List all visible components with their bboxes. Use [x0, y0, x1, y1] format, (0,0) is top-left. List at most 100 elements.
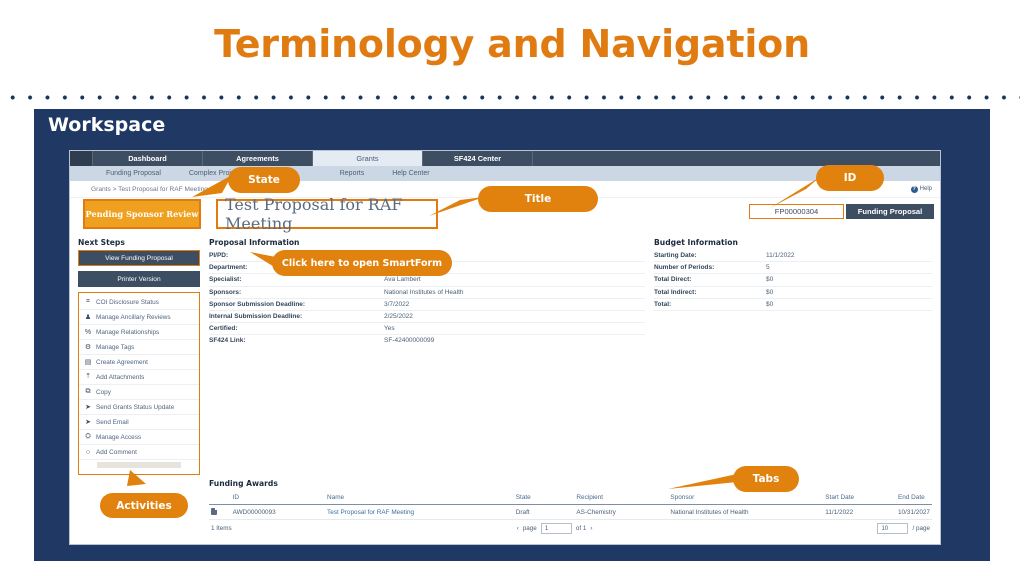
- breadcrumb[interactable]: Grants > Test Proposal for RAF Meeting: [78, 186, 208, 193]
- field-row: Total Direct: $0: [654, 274, 932, 287]
- proposal-information-heading: Proposal Information: [209, 238, 300, 247]
- nav-tab-agreements[interactable]: Agreements: [202, 151, 312, 166]
- pager-of: of 1: [575, 525, 587, 532]
- comment-icon: ○: [85, 448, 91, 456]
- col-name[interactable]: Name: [325, 491, 514, 505]
- field-row: Sponsor Submission Deadline: 3/7/2022: [209, 299, 645, 311]
- activity-label: Add Comment: [96, 448, 137, 456]
- field-label: SF424 Link:: [209, 337, 246, 345]
- item-count: 1 Items: [211, 525, 232, 532]
- record-type-badge: Funding Proposal: [846, 204, 934, 219]
- activity-manage-ancillary-reviews[interactable]: ♟ Manage Ancillary Reviews: [79, 310, 199, 325]
- field-value: 11/1/2022: [766, 252, 795, 260]
- activity-manage-access[interactable]: ⛭ Manage Access: [79, 430, 199, 445]
- col-icon: [209, 491, 231, 505]
- cell-state: Draft: [513, 504, 575, 520]
- pager-prev-button[interactable]: ‹: [517, 525, 519, 532]
- funding-awards-heading: Funding Awards: [209, 479, 278, 488]
- field-row: Starting Date: 11/1/2022: [654, 250, 932, 263]
- nav-right-fill: [532, 151, 940, 166]
- field-value: Yes: [384, 325, 395, 333]
- link-icon: %: [84, 328, 92, 336]
- activity-coi-disclosure-status[interactable]: ⌗ COI Disclosure Status: [79, 295, 199, 310]
- callout-title: Title: [478, 186, 598, 212]
- record-body: Next Steps View Funding Proposal Printer…: [70, 238, 940, 475]
- cell-end-date: 10/31/2027: [896, 504, 932, 520]
- activity-manage-relationships[interactable]: % Manage Relationships: [79, 325, 199, 340]
- cell-recipient: AS-Chemistry: [574, 504, 669, 520]
- col-start-date[interactable]: Start Date: [823, 491, 896, 505]
- submenu-item-funding-proposal[interactable]: Funding Proposal: [92, 170, 175, 177]
- field-label: Sponsors:: [209, 288, 242, 296]
- field-row: Sponsors: National Institutes of Health: [209, 287, 645, 299]
- activity-label: Manage Tags: [96, 343, 135, 351]
- field-label: Sponsor Submission Deadline:: [209, 300, 306, 308]
- activity-send-grants-status-update[interactable]: ➤ Send Grants Status Update: [79, 400, 199, 415]
- activity-add-comment[interactable]: ○ Add Comment: [79, 445, 199, 460]
- submenu-item-reports[interactable]: Reports: [326, 170, 379, 177]
- field-label: Starting Date:: [654, 252, 697, 260]
- per-page-control: 10 / page: [877, 523, 930, 534]
- activity-label: Send Email: [96, 418, 129, 426]
- activity-manage-tags[interactable]: ⚙ Manage Tags: [79, 340, 199, 355]
- activity-label: Manage Access: [96, 433, 142, 441]
- activity-label: COI Disclosure Status: [96, 298, 159, 306]
- next-steps-heading: Next Steps: [78, 238, 125, 247]
- field-value: Ava Lambert: [384, 276, 421, 284]
- help-link[interactable]: ? Help: [910, 185, 932, 193]
- cell-start-date: 11/1/2022: [823, 504, 896, 520]
- users-icon: ⛭: [85, 433, 91, 440]
- nav-tab-dashboard[interactable]: Dashboard: [92, 151, 202, 166]
- pager-label: page: [522, 525, 537, 532]
- field-value: SF-42400000099: [384, 337, 435, 345]
- view-funding-proposal-button[interactable]: View Funding Proposal: [78, 250, 200, 266]
- page-title: Terminology and Navigation: [214, 22, 810, 66]
- field-value: 3/7/2022: [384, 300, 410, 308]
- field-row: Specialist: Ava Lambert: [209, 274, 645, 287]
- people-icon: ♟: [84, 314, 92, 321]
- status-badge: Pending Sponsor Review: [83, 199, 201, 229]
- budget-information-section: Budget Information Starting Date: 11/1/20…: [654, 238, 932, 475]
- submenu-item-help-center[interactable]: Help Center: [378, 170, 443, 177]
- copy-icon: ⧉: [85, 388, 91, 395]
- funding-awards-table: ID Name State Recipient Sponsor Start Da…: [209, 491, 932, 520]
- activities-panel: ⌗ COI Disclosure Status ♟ Manage Ancilla…: [78, 292, 200, 475]
- activity-label: Manage Ancillary Reviews: [96, 313, 171, 321]
- funding-awards-section: Funding Awards ID Name State Recipient S…: [70, 475, 940, 537]
- col-recipient[interactable]: Recipient: [574, 491, 669, 505]
- field-label: Total Indirect:: [654, 288, 697, 296]
- col-sponsor[interactable]: Sponsor: [668, 491, 824, 505]
- pager-next-button[interactable]: ›: [590, 525, 592, 532]
- field-label: Specialist:: [209, 276, 242, 284]
- send-icon: ➤: [85, 419, 91, 426]
- col-end-date[interactable]: End Date: [896, 491, 932, 505]
- left-sidebar: Next Steps View Funding Proposal Printer…: [78, 238, 200, 475]
- activity-send-email[interactable]: ➤ Send Email: [79, 415, 199, 430]
- field-value: $0: [766, 276, 774, 284]
- col-id[interactable]: ID: [230, 491, 326, 505]
- file-icon: [211, 508, 217, 515]
- pager-page-input[interactable]: 1: [540, 523, 572, 534]
- panel-title: Workspace: [48, 114, 166, 136]
- activity-add-attachments[interactable]: ⤒ Add Attachments: [79, 370, 199, 385]
- field-row: Total: $0: [654, 299, 932, 311]
- table-row: AWD00000093 Test Proposal for RAF Meetin…: [209, 504, 932, 520]
- printer-version-button[interactable]: Printer Version: [78, 271, 200, 287]
- field-row: SF424 Link: SF-42400000099: [209, 335, 645, 346]
- record-title: Test Proposal for RAF Meeting: [216, 195, 438, 233]
- activity-create-agreement[interactable]: ▤ Create Agreement: [79, 355, 199, 370]
- per-page-label: / page: [912, 525, 930, 532]
- callout-smartform: Click here to open SmartForm: [272, 250, 452, 276]
- activity-copy[interactable]: ⧉ Copy: [79, 385, 199, 400]
- nav-tab-sf424-center[interactable]: SF424 Center: [422, 151, 532, 166]
- field-label: Certified:: [209, 325, 238, 333]
- cell-name[interactable]: Test Proposal for RAF Meeting: [325, 504, 514, 520]
- callout-id: ID: [816, 165, 884, 191]
- field-value: 2/25/2022: [384, 313, 413, 321]
- field-row: Number of Periods: 5: [654, 262, 932, 275]
- per-page-input[interactable]: 10: [877, 523, 909, 534]
- field-label: Internal Submission Deadline:: [209, 313, 303, 321]
- nav-tab-grants[interactable]: Grants: [312, 151, 422, 166]
- col-state[interactable]: State: [513, 491, 575, 505]
- help-icon: ?: [910, 185, 918, 193]
